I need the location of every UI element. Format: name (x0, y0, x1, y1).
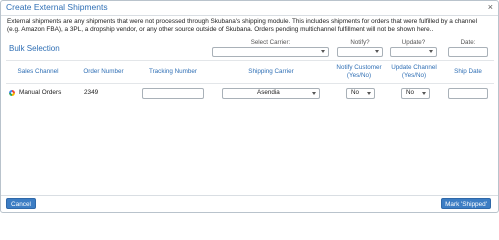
column-header-notify-customer: Notify Customer (Yes/No) (336, 64, 382, 79)
chevron-down-icon (312, 92, 316, 95)
chevron-down-icon (375, 50, 379, 53)
ship-date-input[interactable] (448, 88, 488, 99)
tracking-number-input[interactable] (142, 88, 204, 99)
dialog-title: Create External Shipments (6, 2, 108, 12)
dialog-header: Create External Shipments × (1, 1, 498, 16)
order-number-cell: 2349 (84, 89, 99, 96)
column-header-sales-channel: Sales Channel (17, 68, 59, 75)
shipping-carrier-value: Asendia (257, 89, 280, 96)
chevron-down-icon (429, 50, 433, 53)
close-icon[interactable]: × (488, 2, 493, 12)
column-header-order-number: Order Number (83, 68, 124, 75)
bulk-carrier-select[interactable] (212, 47, 329, 57)
notify-customer-value: No (351, 89, 360, 96)
chevron-down-icon (321, 50, 325, 53)
select-carrier-label: Select Carrier: (250, 39, 291, 46)
column-header-shipping-carrier: Shipping Carrier (248, 68, 294, 75)
column-header-ship-date: Ship Date (454, 68, 482, 75)
sales-channel-cell: Manual Orders (19, 89, 62, 96)
notify-label: Notify? (350, 39, 370, 46)
manual-orders-icon (9, 90, 15, 96)
update-label: Update? (401, 39, 426, 46)
shipping-carrier-select[interactable]: Asendia (222, 88, 320, 99)
update-channel-select[interactable]: No (401, 88, 430, 99)
chevron-down-icon (422, 92, 426, 95)
dialog-footer: Cancel Mark 'Shipped' (1, 195, 498, 212)
bulk-selection-label: Bulk Selection (9, 44, 60, 53)
date-label: Date: (460, 39, 476, 46)
mark-shipped-button[interactable]: Mark 'Shipped' (441, 198, 491, 209)
bulk-notify-select[interactable] (337, 47, 383, 57)
bulk-update-select[interactable] (390, 47, 437, 57)
cancel-button[interactable]: Cancel (6, 198, 36, 209)
dialog-description: External shipments are any shipments tha… (7, 18, 478, 34)
chevron-down-icon (367, 92, 371, 95)
column-header-update-channel: Update Channel (Yes/No) (391, 64, 437, 79)
notify-customer-select[interactable]: No (346, 88, 375, 99)
create-external-shipments-dialog: Create External Shipments × External shi… (0, 0, 499, 213)
update-channel-value: No (406, 89, 415, 96)
bulk-date-input[interactable] (448, 47, 488, 57)
column-header-tracking-number: Tracking Number (148, 68, 198, 75)
